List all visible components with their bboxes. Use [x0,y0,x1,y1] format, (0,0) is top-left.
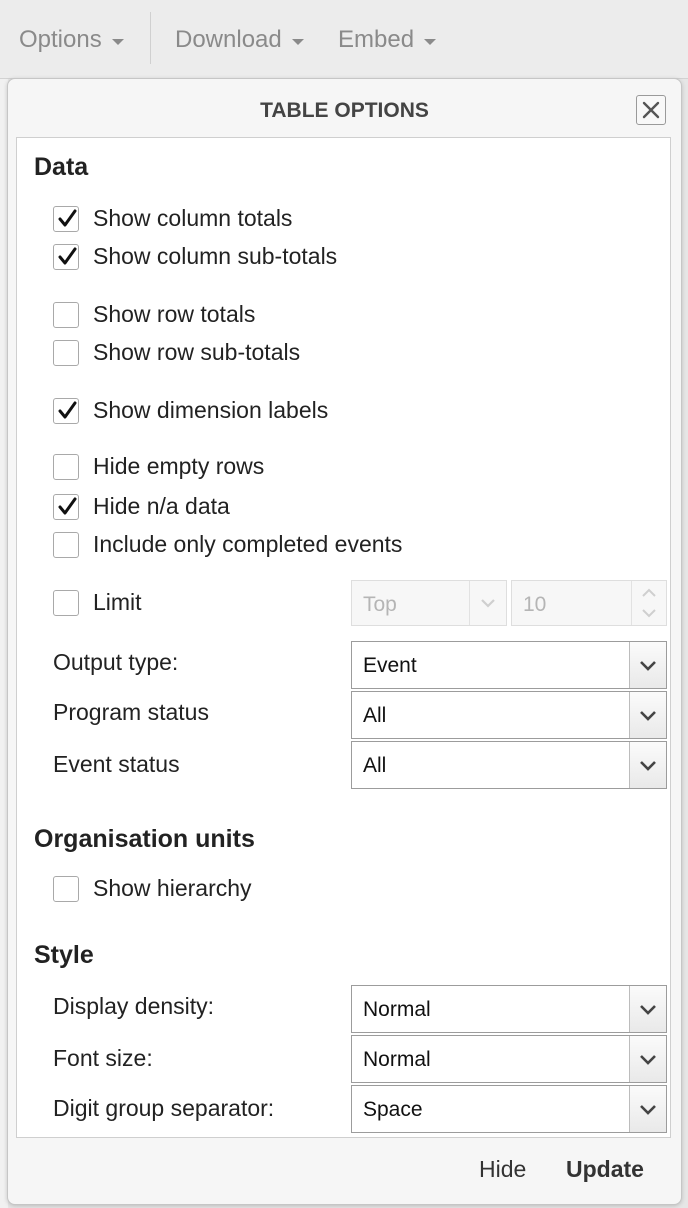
hide-button[interactable]: Hide [479,1156,526,1183]
dialog-title: TABLE OPTIONS [260,99,429,122]
limit-count-value: 10 [523,593,547,616]
checkbox-label: Include only completed events [93,531,403,557]
include-completed-events-checkbox[interactable]: Include only completed events [53,531,402,558]
chevron-down-icon [640,760,656,771]
stepper-buttons[interactable] [631,581,666,625]
font-size-select[interactable]: Normal [351,1035,667,1083]
style-section-heading: Style [34,941,94,969]
checkbox-label: Show row sub-totals [93,339,301,365]
select-trigger[interactable] [629,986,666,1032]
checkbox-label: Show column totals [93,205,293,231]
output-type-value: Event [363,654,417,677]
caret-down-icon [291,39,304,45]
select-trigger[interactable] [629,642,666,688]
event-status-label: Event status [53,751,180,777]
select-trigger[interactable] [629,742,666,788]
display-density-select[interactable]: Normal [351,985,667,1033]
chevron-down-icon [640,710,656,721]
checkbox-box[interactable] [53,243,79,270]
show-column-subtotals-checkbox[interactable]: Show column sub-totals [53,243,337,270]
program-status-value: All [363,704,387,727]
top-toolbar: Options Download Embed [0,0,688,79]
show-hierarchy-checkbox[interactable]: Show hierarchy [53,875,252,902]
update-button[interactable]: Update [566,1156,644,1183]
limit-checkbox[interactable]: Limit [53,589,142,616]
dialog-body: Data Show column totals Show column sub-… [16,137,671,1138]
checkbox-box[interactable] [53,453,79,480]
display-density-value: Normal [363,998,431,1021]
font-size-label: Font size: [53,1045,153,1071]
toolbar-divider [150,12,151,64]
chevron-down-icon [640,1054,656,1065]
options-label: Options [19,26,102,53]
chevron-down-icon [481,599,495,608]
display-density-label: Display density: [53,993,215,1019]
select-trigger[interactable] [629,692,666,738]
program-status-label: Program status [53,699,209,725]
limit-direction-select[interactable]: Top [351,580,507,626]
output-type-label: Output type: [53,649,179,675]
hide-na-data-checkbox[interactable]: Hide n/a data [53,493,230,520]
show-dimension-labels-checkbox[interactable]: Show dimension labels [53,397,328,424]
checkbox-box[interactable] [53,301,79,328]
download-menu-button[interactable]: Download [175,26,304,54]
checkbox-box[interactable] [53,875,79,902]
checkmark-icon [58,497,77,514]
chevron-down-icon [640,660,656,671]
caret-down-icon [424,39,437,45]
show-column-totals-checkbox[interactable]: Show column totals [53,205,292,232]
checkbox-box[interactable] [53,205,79,232]
digit-group-separator-label: Digit group separator: [53,1095,275,1121]
event-status-value: All [363,754,387,777]
data-section-heading: Data [34,153,89,181]
show-row-subtotals-checkbox[interactable]: Show row sub-totals [53,339,300,366]
table-options-dialog: TABLE OPTIONS Data Show column totals Sh… [7,78,682,1205]
checkbox-label: Limit [93,589,142,615]
checkbox-box[interactable] [53,531,79,558]
caret-down-icon [111,39,124,45]
checkbox-label: Show column sub-totals [93,243,338,269]
chevron-down-icon [640,1104,656,1115]
font-size-value: Normal [363,1048,431,1071]
limit-direction-value: Top [363,593,397,616]
org-units-section-heading: Organisation units [34,825,255,853]
event-status-select[interactable]: All [351,741,667,789]
checkbox-box[interactable] [53,493,79,520]
show-row-totals-checkbox[interactable]: Show row totals [53,301,255,328]
checkbox-box[interactable] [53,589,79,616]
options-menu-button[interactable]: Options [19,26,124,54]
limit-direction-trigger[interactable] [469,581,506,625]
close-button[interactable] [636,95,666,125]
chevron-down-icon [640,1004,656,1015]
select-trigger[interactable] [629,1086,666,1132]
checkbox-label: Show hierarchy [93,875,252,901]
checkbox-box[interactable] [53,339,79,366]
checkmark-icon [58,209,77,226]
checkbox-box[interactable] [53,397,79,424]
checkbox-label: Hide empty rows [93,453,265,479]
checkmark-icon [58,247,77,264]
output-type-select[interactable]: Event [351,641,667,689]
embed-menu-button[interactable]: Embed [338,26,437,54]
checkmark-icon [58,401,77,418]
limit-count-stepper[interactable]: 10 [511,580,667,626]
stepper-arrows-icon [642,588,656,618]
dialog-footer: Hide Update [16,1138,669,1200]
program-status-select[interactable]: All [351,691,667,739]
close-icon [642,101,660,119]
checkbox-label: Hide n/a data [93,493,230,519]
hide-empty-rows-checkbox[interactable]: Hide empty rows [53,453,264,480]
embed-label: Embed [338,26,415,53]
checkbox-label: Show dimension labels [93,397,329,423]
digit-group-separator-select[interactable]: Space [351,1085,667,1133]
select-trigger[interactable] [629,1036,666,1082]
checkbox-label: Show row totals [93,301,256,327]
digit-group-separator-value: Space [363,1098,423,1121]
download-label: Download [175,26,282,53]
